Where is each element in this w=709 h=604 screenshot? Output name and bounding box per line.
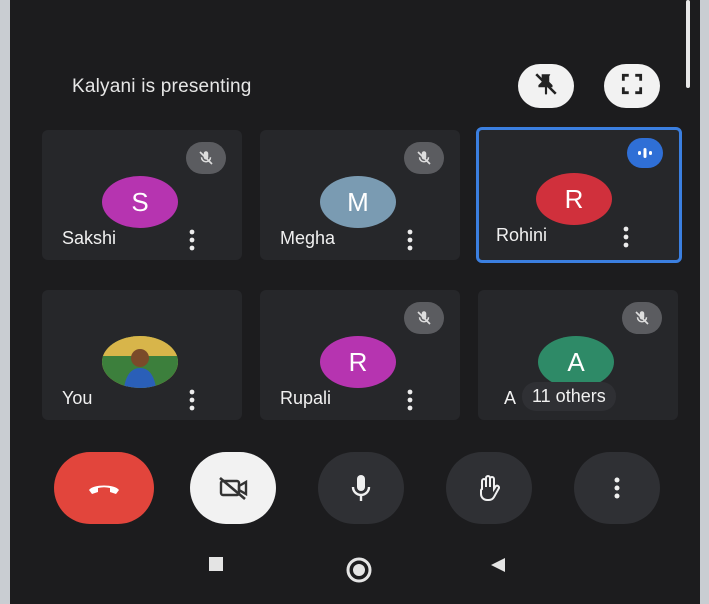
- muted-badge: [404, 302, 444, 334]
- more-vert-icon: [623, 226, 629, 248]
- participant-menu-button[interactable]: [182, 228, 202, 252]
- unpin-icon: [533, 71, 559, 102]
- participant-menu-button[interactable]: [616, 225, 636, 249]
- more-vert-icon: [189, 389, 195, 411]
- hand-icon: [479, 475, 500, 501]
- participant-menu-button[interactable]: [400, 228, 420, 252]
- participant-name: A: [504, 388, 517, 408]
- back-icon: [491, 558, 505, 572]
- participant-tile-you[interactable]: You: [42, 290, 242, 420]
- raise-hand-button[interactable]: [446, 452, 532, 524]
- speaking-indicator: [627, 138, 663, 168]
- participant-tile-sakshi[interactable]: S Sakshi: [42, 130, 242, 260]
- meet-screen: Kalyani is presenting S Sakshi M Megha R…: [10, 0, 700, 604]
- more-options-button[interactable]: [574, 452, 660, 524]
- home-button[interactable]: [344, 556, 374, 584]
- participant-name: Megha: [280, 228, 336, 248]
- home-icon: [346, 557, 372, 583]
- avatar: A: [538, 336, 614, 388]
- more-vert-icon: [407, 389, 413, 411]
- muted-badge: [622, 302, 662, 334]
- participant-tile-rupali[interactable]: R Rupali: [260, 290, 460, 420]
- participant-name: Rupali: [280, 388, 332, 408]
- avatar: [102, 336, 178, 388]
- participant-menu-button[interactable]: [182, 388, 202, 412]
- participant-menu-button[interactable]: [400, 388, 420, 412]
- participant-name: Rohini: [496, 225, 548, 245]
- fullscreen-icon: [619, 71, 645, 102]
- fullscreen-button[interactable]: [604, 64, 660, 108]
- camera-off-button[interactable]: [190, 452, 276, 524]
- back-button[interactable]: [488, 556, 508, 574]
- end-call-button[interactable]: [54, 452, 154, 524]
- mic-icon: [351, 475, 371, 501]
- avatar: R: [536, 173, 612, 225]
- participant-name: You: [62, 388, 93, 408]
- participant-tile-megha[interactable]: M Megha: [260, 130, 460, 260]
- more-vert-icon: [189, 229, 195, 251]
- more-vert-icon: [407, 229, 413, 251]
- avatar: R: [320, 336, 396, 388]
- avatar: S: [102, 176, 178, 228]
- participant-name: Sakshi: [62, 228, 117, 248]
- recent-apps-icon: [209, 557, 223, 571]
- muted-badge: [404, 142, 444, 174]
- profile-photo: [102, 336, 178, 388]
- microphone-button[interactable]: [318, 452, 404, 524]
- recent-apps-button[interactable]: [206, 556, 226, 572]
- participant-tile-others[interactable]: A A 11 others: [478, 290, 678, 420]
- phone-hangup-icon: [89, 485, 119, 494]
- avatar: M: [320, 176, 396, 228]
- video-off-icon: [219, 477, 248, 500]
- participant-tile-rohini[interactable]: R Rohini: [476, 127, 682, 263]
- scrollbar[interactable]: [686, 0, 690, 88]
- presenting-banner: Kalyani is presenting: [72, 76, 252, 97]
- others-count-badge[interactable]: 11 others: [522, 382, 616, 411]
- more-vert-icon: [614, 477, 620, 499]
- muted-badge: [186, 142, 226, 174]
- audio-level-icon: [638, 148, 652, 158]
- unpin-button[interactable]: [518, 64, 574, 108]
